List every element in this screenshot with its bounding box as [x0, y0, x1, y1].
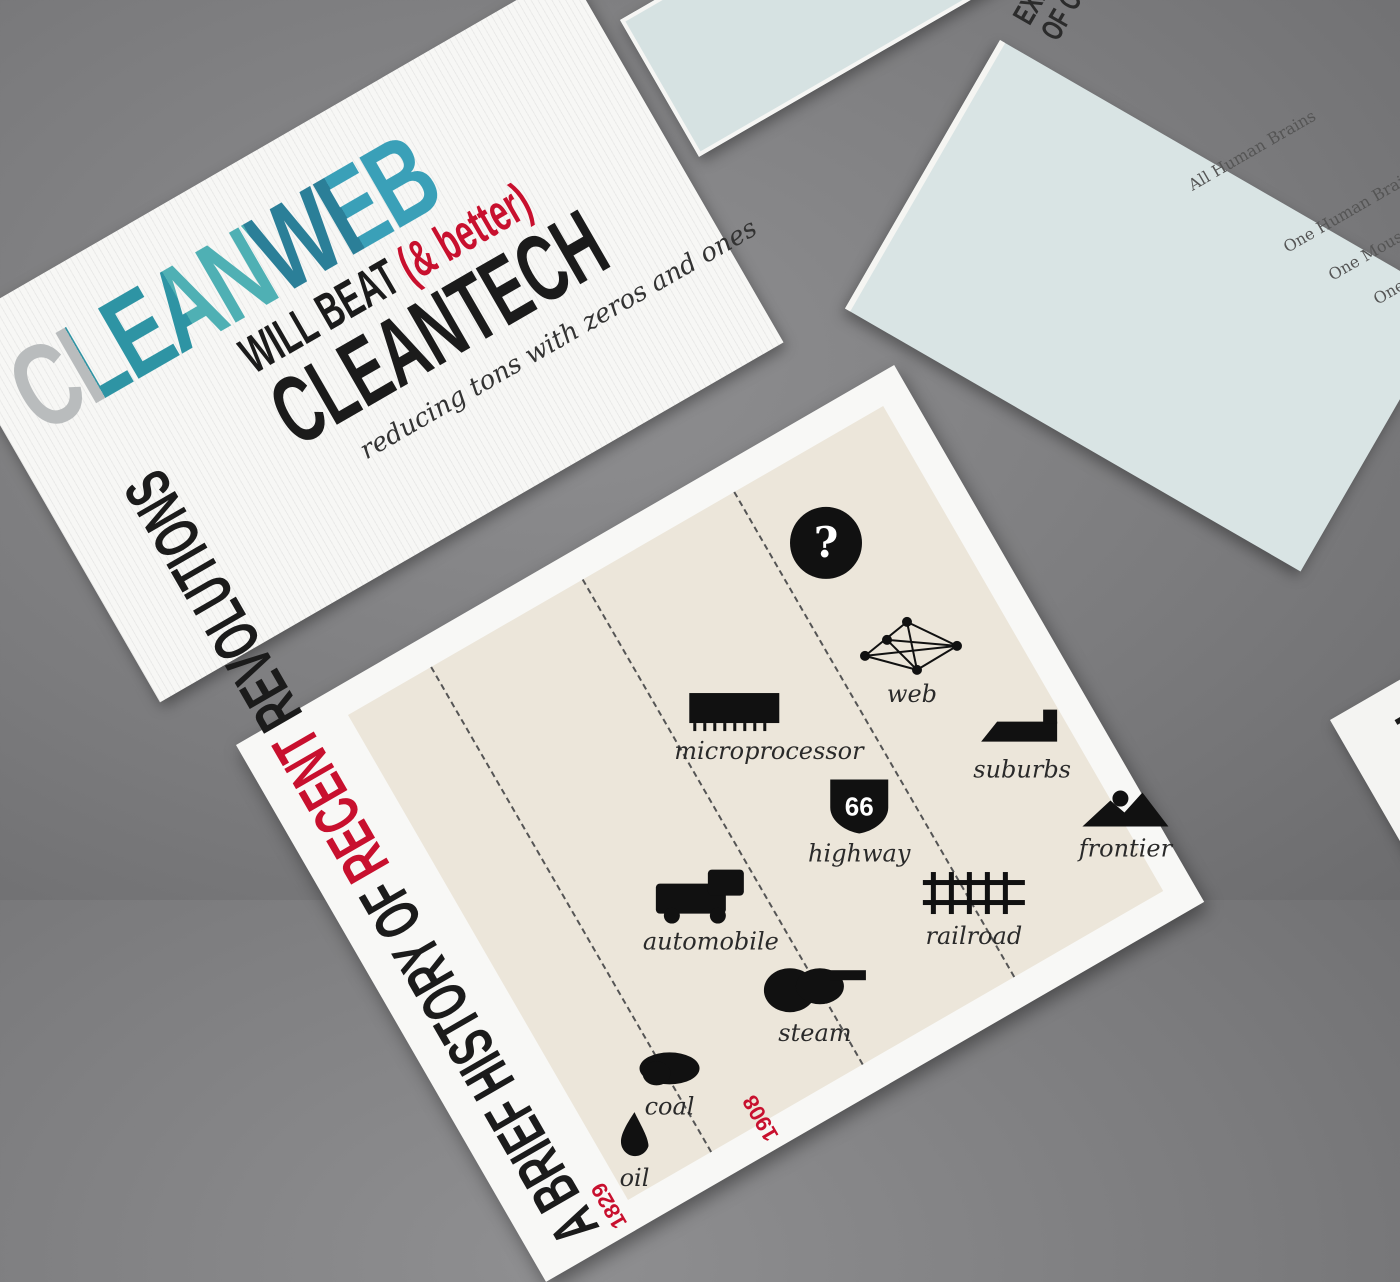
question-symbol: ?	[814, 518, 839, 567]
revolution-oil: oil	[574, 1110, 694, 1192]
house-icon	[981, 709, 1058, 742]
revolution-label: microprocessor	[674, 737, 864, 766]
revolution-label: frontier	[1078, 834, 1173, 863]
revolution-suburbs: suburbs	[962, 702, 1082, 784]
revolution-automobile: automobile	[642, 864, 779, 956]
computing-title-line2: OF COMPUTING	[1034, 0, 1188, 46]
steam-icon	[763, 968, 866, 1013]
revolution-steam: steam	[755, 960, 875, 1047]
question-mark-icon: ?	[790, 506, 863, 579]
revolution-coal: coal	[610, 1043, 730, 1120]
revolution-label: highway	[808, 839, 911, 868]
partial-right-card: ON IN	[1330, 570, 1400, 980]
revolution-label: railroad	[925, 922, 1023, 951]
revolution-future: ?	[766, 503, 886, 583]
coal-icon	[639, 1052, 700, 1086]
revolution-railroad: railroad	[914, 868, 1034, 950]
railroad-track-icon	[922, 872, 1025, 915]
highway-66-shield-icon: 66	[830, 779, 889, 834]
computing-label: All Human Brains	[1185, 106, 1320, 195]
revolution-label: steam	[778, 1019, 852, 1048]
revolution-label: suburbs	[973, 755, 1072, 784]
microprocessor-icon	[689, 693, 780, 732]
mountain-sun-icon	[1082, 790, 1169, 827]
revolution-frontier: frontier	[1065, 781, 1185, 863]
partial-right-card-title: ON IN	[1380, 685, 1400, 829]
revolution-label: automobile	[642, 927, 779, 956]
automobile-icon	[655, 869, 744, 924]
revolution-microprocessor: microprocessor	[674, 683, 864, 766]
oil-drop-icon	[620, 1112, 649, 1157]
network-web-icon	[859, 616, 962, 675]
revolution-label: web	[886, 679, 938, 708]
highway-shield-number: 66	[845, 791, 874, 821]
computing-title: EXPONENTIAL GROWTH OF COMPUTING	[1007, 0, 1241, 46]
revolution-web: web	[852, 616, 972, 708]
revolution-highway: 66 highway	[799, 773, 919, 867]
